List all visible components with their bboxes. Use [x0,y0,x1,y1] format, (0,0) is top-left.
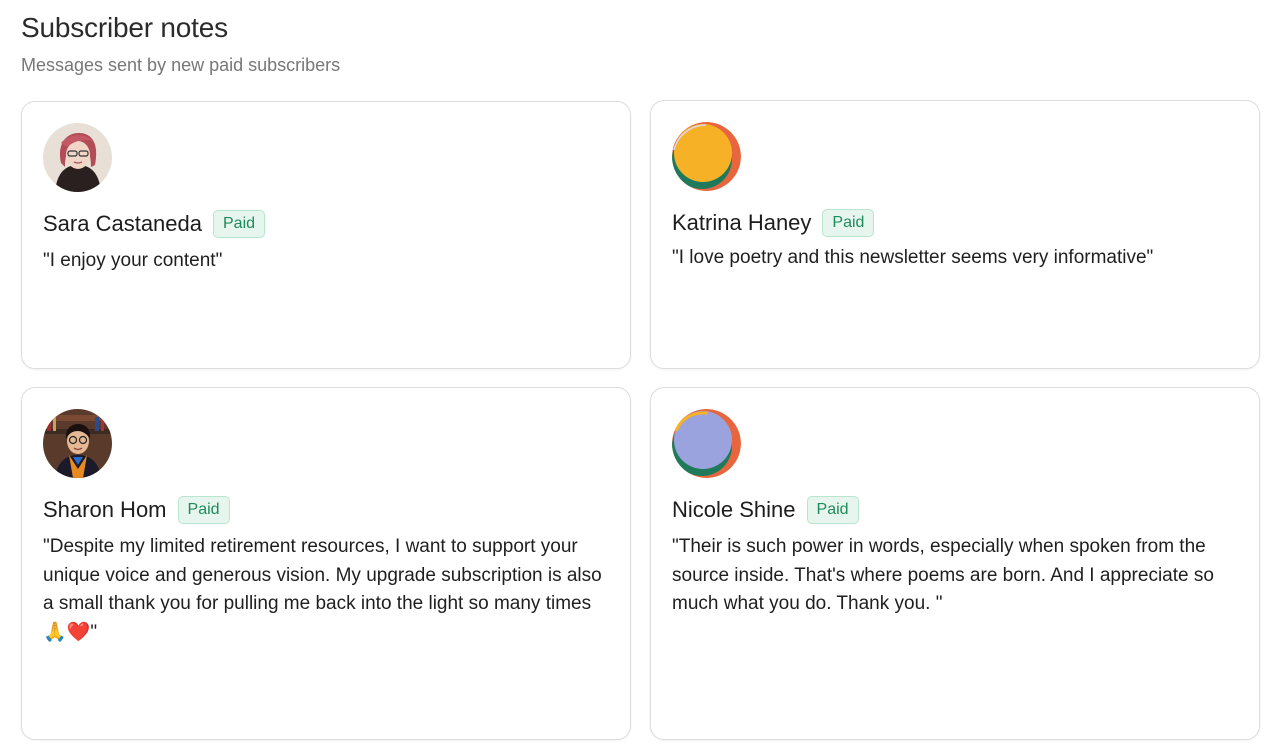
paid-badge: Paid [213,210,266,238]
paid-badge: Paid [822,209,875,237]
subscriber-note-card[interactable]: Sara Castaneda Paid "I enjoy your conten… [21,101,631,369]
name-row: Nicole Shine Paid [672,495,859,525]
avatar[interactable] [43,123,112,192]
paid-badge: Paid [806,496,859,524]
subscriber-name: Katrina Haney [672,210,812,235]
avatar[interactable] [43,409,112,478]
subscriber-notes-page: Subscriber notes Messages sent by new pa… [0,0,1280,751]
subscriber-name: Sharon Hom [43,497,167,522]
avatar[interactable] [672,409,741,478]
avatar-photo-sara [43,123,112,192]
subscriber-name: Nicole Shine [672,497,796,522]
subscriber-message: "Despite my limited retirement resources… [43,536,602,643]
name-row: Sara Castaneda Paid [43,209,266,239]
avatar[interactable] [672,122,741,191]
page-subtitle: Messages sent by new paid subscribers [21,55,341,75]
subscriber-note-card[interactable]: Nicole Shine Paid "Their is such power i… [650,387,1260,740]
subscriber-message: "Their is such power in words, especiall… [672,536,1214,614]
avatar-photo-sharon [43,409,112,478]
page-header: Subscriber notes Messages sent by new pa… [21,10,340,77]
subscriber-message: "I love poetry and this newsletter seems… [672,247,1154,268]
name-row: Katrina Haney Paid [672,208,875,238]
page-title: Subscriber notes [21,12,228,43]
avatar-generated-katrina [672,122,741,191]
avatar-generated-nicole [672,409,741,478]
paid-badge: Paid [177,496,230,524]
subscriber-name: Sara Castaneda [43,211,202,236]
name-row: Sharon Hom Paid [43,495,230,525]
subscriber-note-card[interactable]: Katrina Haney Paid "I love poetry and th… [650,100,1260,369]
subscriber-message: "I enjoy your content" [43,250,223,271]
subscriber-note-card[interactable]: Sharon Hom Paid "Despite my limited reti… [21,387,631,740]
